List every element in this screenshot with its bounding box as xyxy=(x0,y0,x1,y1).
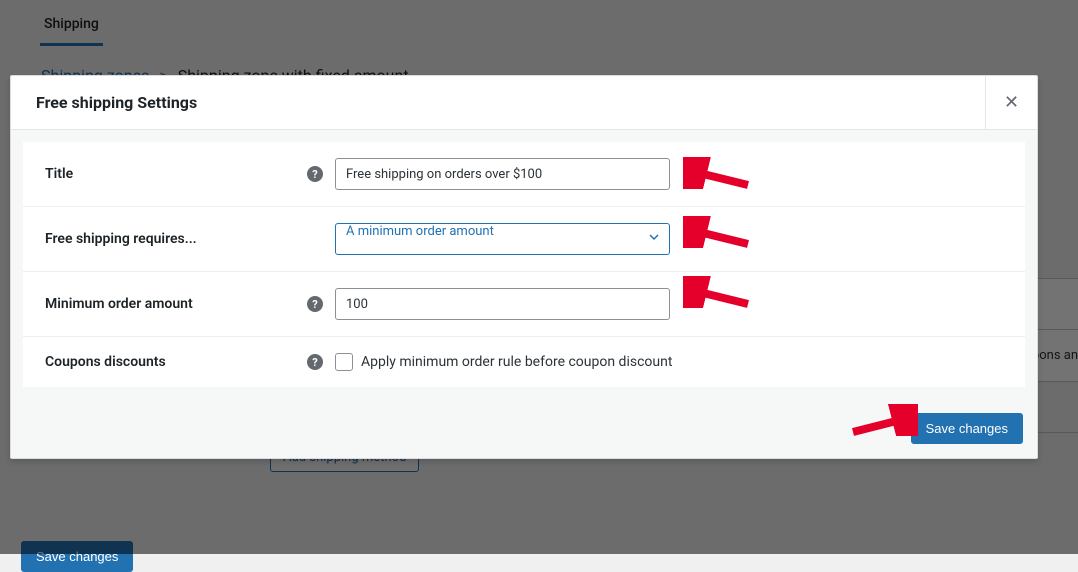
close-icon[interactable]: ✕ xyxy=(985,76,1037,130)
title-label: Title xyxy=(45,166,73,182)
coupons-checkbox-label: Apply minimum order rule before coupon d… xyxy=(361,354,672,370)
coupons-checkbox[interactable] xyxy=(335,353,353,371)
help-icon[interactable]: ? xyxy=(307,166,323,182)
help-icon[interactable]: ? xyxy=(307,354,323,370)
coupons-label: Coupons discounts xyxy=(45,354,166,370)
title-input[interactable] xyxy=(335,158,670,190)
row-min-amount: Minimum order amount ? xyxy=(23,272,1025,337)
modal-title: Free shipping Settings xyxy=(36,93,197,112)
modal-footer: Save changes xyxy=(11,399,1037,458)
free-shipping-settings-modal: Free shipping Settings ✕ Title ? Free sh… xyxy=(10,75,1038,459)
help-icon[interactable]: ? xyxy=(307,296,323,312)
row-requires: Free shipping requires... A minimum orde… xyxy=(23,207,1025,272)
modal-form: Title ? Free shipping requires... A mini… xyxy=(11,130,1037,399)
min-amount-label: Minimum order amount xyxy=(45,296,193,312)
row-title: Title ? xyxy=(23,142,1025,207)
save-changes-button[interactable]: Save changes xyxy=(911,413,1023,444)
requires-label: Free shipping requires... xyxy=(45,231,197,247)
min-amount-input[interactable] xyxy=(335,288,670,320)
requires-select[interactable]: A minimum order amount xyxy=(335,223,670,255)
row-coupons: Coupons discounts ? Apply minimum order … xyxy=(23,337,1025,387)
modal-header: Free shipping Settings ✕ xyxy=(11,76,1037,130)
